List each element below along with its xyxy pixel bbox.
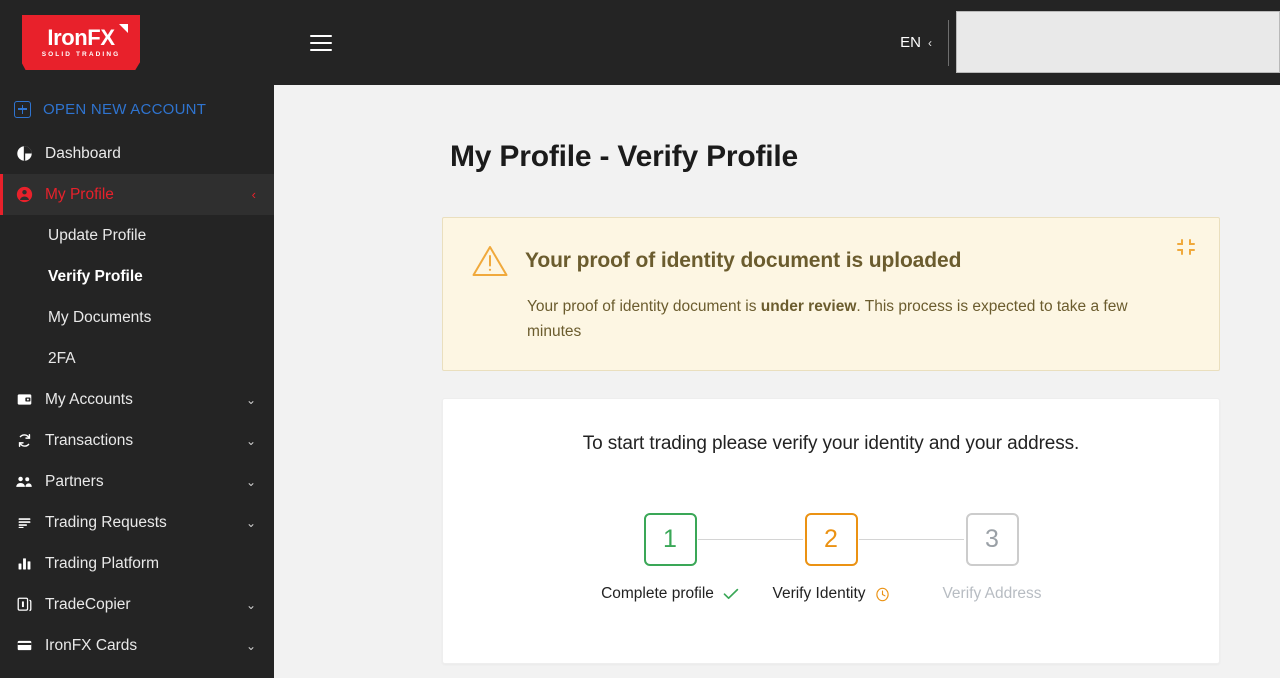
sidebar-subitem-2fa[interactable]: 2FA bbox=[0, 338, 274, 379]
sidebar-nav: Dashboard My Profile ‹ Update Profile Ve… bbox=[0, 133, 274, 666]
step-label-text: Verify Identity bbox=[772, 585, 866, 602]
sidebar-submenu-my-profile: Update Profile Verify Profile My Documen… bbox=[0, 215, 274, 379]
hamburger-line bbox=[310, 48, 332, 51]
step-number: 1 bbox=[643, 513, 697, 566]
bar-chart-icon bbox=[14, 554, 34, 574]
chevron-left-icon: ‹ bbox=[928, 35, 932, 50]
sidebar-item-label: My Accounts bbox=[45, 390, 133, 408]
step-label: Verify Identity bbox=[772, 585, 889, 603]
card-lead-text: To start trading please verify your iden… bbox=[582, 433, 1080, 454]
chevron-down-icon: ⌄ bbox=[245, 638, 256, 653]
sidebar-subitem-verify-profile[interactable]: Verify Profile bbox=[0, 256, 274, 297]
alert-title: Your proof of identity document is uploa… bbox=[525, 249, 962, 272]
credit-card-icon bbox=[14, 636, 34, 656]
sidebar-item-my-accounts[interactable]: My Accounts ⌄ bbox=[0, 379, 274, 420]
content-area: My Profile - Verify Profile Your proof o… bbox=[274, 85, 1280, 678]
chevron-down-icon: ⌄ bbox=[245, 515, 256, 530]
sidebar-item-label: My Profile bbox=[45, 185, 114, 203]
sidebar-item-tradecopier[interactable]: TradeCopier ⌄ bbox=[0, 584, 274, 625]
chevron-left-icon: ‹ bbox=[251, 187, 256, 202]
verification-card: To start trading please verify your iden… bbox=[442, 398, 1220, 664]
sidebar-item-label: IronFX Cards bbox=[45, 636, 138, 654]
collapse-inward-icon[interactable] bbox=[1175, 236, 1197, 258]
sidebar-item-label: Trading Platform bbox=[45, 554, 159, 572]
app-root: IronFX SOLID TRADING OPEN NEW ACCOUNT Da… bbox=[0, 0, 1280, 678]
sidebar-item-my-profile[interactable]: My Profile ‹ bbox=[0, 174, 274, 215]
step-label-text: Complete profile bbox=[601, 585, 714, 602]
alert-body: Your proof of identity document is under… bbox=[527, 294, 1167, 344]
sidebar-item-label: Trading Requests bbox=[45, 513, 167, 531]
alert-header: Your proof of identity document is uploa… bbox=[471, 244, 1189, 278]
wallet-icon bbox=[14, 390, 34, 410]
alert-banner: Your proof of identity document is uploa… bbox=[442, 217, 1220, 371]
chevron-down-icon: ⌄ bbox=[245, 392, 256, 407]
clock-icon bbox=[875, 587, 890, 602]
sidebar-item-transactions[interactable]: Transactions ⌄ bbox=[0, 420, 274, 461]
open-new-account-button[interactable]: OPEN NEW ACCOUNT bbox=[0, 85, 274, 133]
open-new-account-label: OPEN NEW ACCOUNT bbox=[43, 100, 207, 118]
sidebar-item-label: Dashboard bbox=[45, 144, 121, 162]
warning-triangle-icon bbox=[471, 244, 509, 278]
user-circle-icon bbox=[14, 185, 34, 205]
step-verify-address[interactable]: 3 Verify Address bbox=[912, 513, 1072, 603]
language-label: EN bbox=[900, 34, 921, 51]
chevron-down-icon: ⌄ bbox=[245, 433, 256, 448]
step-label-text: Verify Address bbox=[942, 585, 1042, 602]
sidebar-item-trading-platform[interactable]: Trading Platform bbox=[0, 543, 274, 584]
logo-main-text: IronFX bbox=[47, 24, 115, 50]
hamburger-icon[interactable] bbox=[310, 34, 332, 51]
sidebar-item-ironfx-cards[interactable]: IronFX Cards ⌄ bbox=[0, 625, 274, 666]
language-selector[interactable]: EN ‹ bbox=[900, 34, 948, 51]
brand-logo[interactable]: IronFX SOLID TRADING bbox=[0, 0, 274, 85]
alert-body-emphasis: under review bbox=[760, 298, 857, 315]
top-bar: EN ‹ bbox=[274, 0, 1280, 85]
verification-stepper: 1 Complete profile 2 Verify Identity 3 V… bbox=[463, 513, 1199, 603]
sidebar-item-label: Partners bbox=[45, 472, 104, 490]
hamburger-line bbox=[310, 41, 332, 44]
sidebar-item-label: Transactions bbox=[45, 431, 134, 449]
sidebar-subitem-update-profile[interactable]: Update Profile bbox=[0, 215, 274, 256]
vertical-divider bbox=[948, 19, 949, 66]
check-icon bbox=[723, 586, 739, 603]
pie-chart-icon bbox=[14, 144, 34, 164]
step-number: 3 bbox=[965, 513, 1019, 566]
step-complete-profile[interactable]: 1 Complete profile bbox=[590, 513, 750, 603]
page-title: My Profile - Verify Profile bbox=[450, 140, 799, 173]
logo-tick-icon bbox=[119, 24, 128, 33]
refresh-cycle-icon bbox=[14, 431, 34, 451]
copy-stack-icon bbox=[14, 595, 34, 615]
sidebar: IronFX SOLID TRADING OPEN NEW ACCOUNT Da… bbox=[0, 0, 274, 678]
logo-sub-text: SOLID TRADING bbox=[41, 50, 121, 58]
logo-badge: IronFX SOLID TRADING bbox=[22, 15, 140, 70]
sidebar-item-trading-requests[interactable]: Trading Requests ⌄ bbox=[0, 502, 274, 543]
chevron-down-icon: ⌄ bbox=[245, 597, 256, 612]
step-number: 2 bbox=[804, 513, 858, 566]
sidebar-subitem-my-documents[interactable]: My Documents bbox=[0, 297, 274, 338]
hamburger-line bbox=[310, 34, 332, 37]
step-verify-identity[interactable]: 2 Verify Identity bbox=[751, 513, 911, 603]
main-pane: EN ‹ My Profile - Verify Profile Your pr… bbox=[274, 0, 1280, 678]
step-label: Complete profile bbox=[601, 585, 739, 603]
chevron-down-icon: ⌄ bbox=[245, 474, 256, 489]
sidebar-item-dashboard[interactable]: Dashboard bbox=[0, 133, 274, 174]
sidebar-item-label: TradeCopier bbox=[45, 595, 131, 613]
alert-body-before: Your proof of identity document is bbox=[527, 298, 761, 315]
sidebar-item-partners[interactable]: Partners ⌄ bbox=[0, 461, 274, 502]
step-label: Verify Address bbox=[942, 585, 1041, 603]
user-panel-placeholder[interactable] bbox=[956, 10, 1280, 73]
plus-box-icon bbox=[14, 100, 31, 118]
list-lines-icon bbox=[14, 513, 34, 533]
people-group-icon bbox=[14, 472, 34, 492]
top-bar-right: EN ‹ bbox=[900, 0, 1280, 85]
